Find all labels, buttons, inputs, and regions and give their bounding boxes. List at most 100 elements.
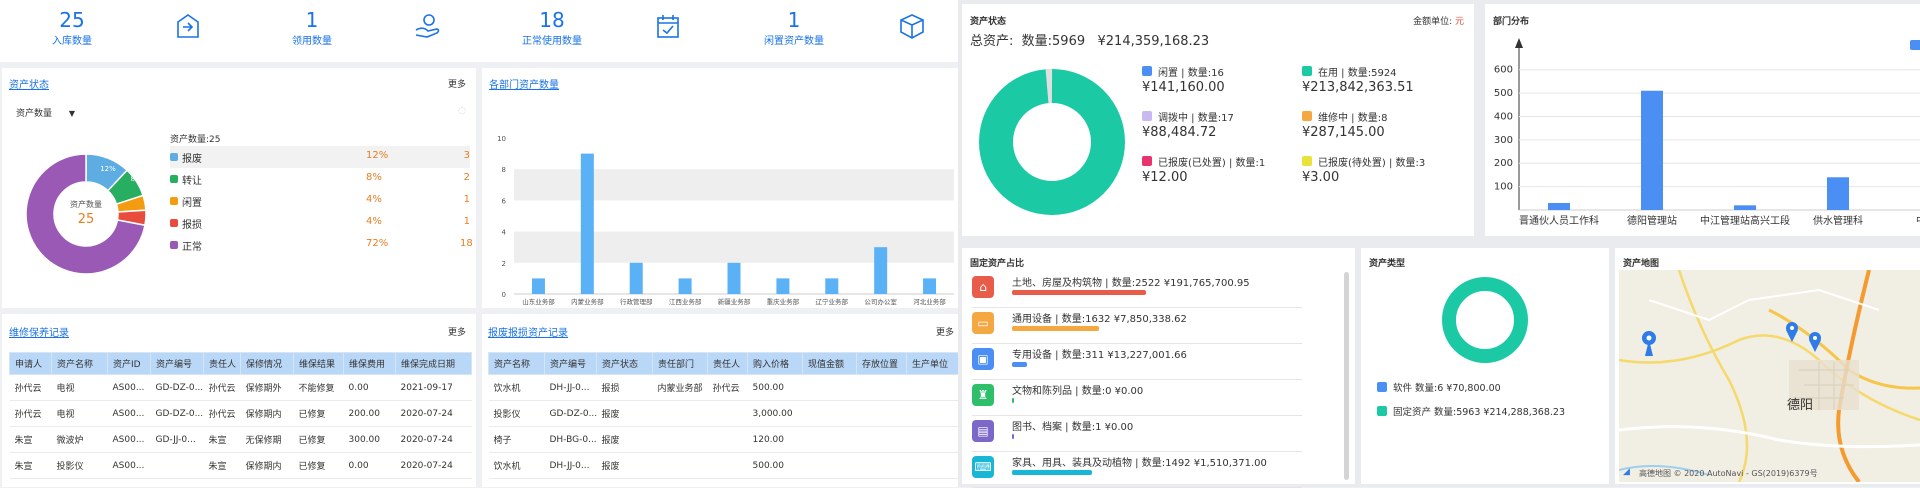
table-row[interactable]: 椅子DH-BG-0...报废120.00 [489,427,959,453]
table-row[interactable]: 朱宣投影仪AS00...朱宣保修期内已修复0.002020-07-24 [10,453,472,479]
column-header[interactable]: 维保完成日期 [396,353,472,375]
fixed-asset-row[interactable]: ▭通用设备 | 数量:1632 ¥7,850,338.62 [972,308,1302,344]
bar[interactable] [825,278,838,294]
legend-count: 2 [460,172,470,183]
bar[interactable] [630,263,643,294]
x-tick-label: 德阳管理站 [1627,214,1677,227]
more-link[interactable]: 更多 [448,77,466,90]
refresh-icon[interactable]: ◌ [458,106,466,116]
column-header[interactable]: 资产状态 [597,353,653,375]
column-header[interactable]: 维保费用 [344,353,396,375]
table-row[interactable]: 饮水机DH-JJ-0...报废500.00 [489,453,959,479]
column-header[interactable]: 现值金额 [803,353,857,375]
panel-title: 固定资产占比 [970,256,1024,269]
maintenance-table: 申请人资产名称资产ID资产编号责任人保修情况维保结果维保费用维保完成日期 孙代云… [9,352,472,479]
stat-value: 18 [516,8,588,32]
metric-select[interactable]: 资产数量 ▼ [16,106,75,119]
bar[interactable] [874,247,887,294]
column-header[interactable]: 保修情况 [241,353,294,375]
table-row[interactable]: 投影仪GD-DZ-0...报废3,000.00 [489,401,959,427]
column-header[interactable]: 责任人 [204,353,241,375]
grid-band [514,232,954,263]
stat-value: 25 [40,8,104,32]
fixed-asset-row[interactable]: ♜文物和陈列品 | 数量:0 ¥0.00 [972,380,1302,416]
table-row[interactable]: 孙代云电视AS00...GD-DZ-0...孙代云保修期外不能修复0.00202… [10,375,472,401]
y-axis-arrow-icon [1515,38,1523,48]
legend-item[interactable]: 正常72%18 [170,234,470,256]
column-header[interactable]: 资产名称 [52,353,108,375]
x-tick-label: 供水管理科 [1813,214,1863,227]
legend-item[interactable]: 报废12%3 [170,146,470,168]
unit-label: 金额单位: [1413,17,1452,27]
monitor-icon: ▭ [972,312,994,334]
table-cell: AS00... [108,375,151,401]
column-header[interactable]: 购入价格 [748,353,803,375]
fixed-asset-text: 专用设备 | 数量:311 ¥13,227,001.66 [1012,346,1187,361]
scrollbar[interactable] [1344,272,1349,480]
bar[interactable] [679,278,692,294]
stat-in-use[interactable]: 18 正常使用数量 [516,8,588,47]
table-cell: GD-DZ-0... [545,401,597,427]
stat-inbound[interactable]: 25 入库数量 [40,8,104,47]
table-cell: 孙代云 [10,401,52,427]
legend-name: 正常 [182,238,202,253]
table-cell: 投影仪 [52,453,108,479]
table-cell: 孙代云 [10,375,52,401]
bar[interactable] [1734,205,1756,210]
table-cell: 已修复 [294,427,344,453]
legend-label: 固定资产 数量:5963 ¥214,288,368.23 [1393,404,1565,418]
map-view[interactable]: 德阳 高德地图 © 2020 AutoNavi - GS(2019)6379号 … [1619,270,1920,482]
bar[interactable] [728,263,741,294]
bar[interactable] [1827,177,1849,210]
more-link[interactable]: 更多 [448,325,466,338]
bar[interactable] [1641,91,1663,210]
progress-bar [1012,398,1014,403]
legend-swatch[interactable] [1910,40,1920,50]
legend-item[interactable]: 闲置4%1 [170,190,470,212]
legend-item[interactable]: 报损4%1 [170,212,470,234]
panel-title[interactable]: 资产状态 [9,76,49,91]
panel-title[interactable]: 各部门资产数量 [489,76,559,91]
column-header[interactable]: 资产编号 [545,353,597,375]
legend-value: ¥213,842,363.51 [1302,80,1414,95]
column-header[interactable]: 资产编号 [151,353,204,375]
fixed-asset-row[interactable]: ▣专用设备 | 数量:311 ¥13,227,001.66 [972,344,1302,380]
legend-pct: 4% [366,194,382,205]
column-header[interactable]: 责任人 [708,353,748,375]
table-row[interactable]: 孙代云电视AS00...GD-DZ-0...孙代云保修期内已修复200.0020… [10,401,472,427]
panel-title[interactable]: 维修保养记录 [9,324,69,339]
table-cell: AS00... [108,401,151,427]
column-header[interactable]: 生产单位 [907,353,959,375]
fixed-asset-row[interactable]: ⌂土地、房屋及构筑物 | 数量:2522 ¥191,765,700.95 [972,272,1302,308]
table-row[interactable]: 朱宣微波炉AS00...GD-JJ-0...朱宣无保修期已修复300.00202… [10,427,472,453]
stat-received[interactable]: 1 领用数量 [280,8,344,47]
table-row[interactable]: 饮水机DH-JJ-0...报损内蒙业务部孙代云500.00 [489,375,959,401]
bar[interactable] [1548,203,1570,210]
column-header[interactable]: 责任部门 [653,353,708,375]
bar[interactable] [776,278,789,294]
stat-idle[interactable]: 1 闲置资产数量 [758,8,830,47]
column-header[interactable]: 申请人 [10,353,52,375]
table-cell: 120.00 [748,427,803,453]
panel-title[interactable]: 报废报损资产记录 [488,324,568,339]
bar[interactable] [581,154,594,294]
table-cell: 已修复 [294,401,344,427]
column-header[interactable]: 维保结果 [294,353,344,375]
column-header[interactable]: 存放位置 [857,353,907,375]
table-cell: 0.00 [344,453,396,479]
table-cell: 3,000.00 [748,401,803,427]
column-header[interactable]: 资产ID [108,353,151,375]
bar[interactable] [923,278,936,294]
fixed-asset-text: 土地、房屋及构筑物 | 数量:2522 ¥191,765,700.95 [1012,274,1250,289]
fixed-asset-row[interactable]: ⌨家具、用具、装具及动植物 | 数量:1492 ¥1,510,371.00 [972,452,1302,488]
legend-name: 转让 [182,172,202,187]
relic-icon: ♜ [972,384,994,406]
column-header[interactable]: 资产名称 [489,353,545,375]
bar[interactable] [532,278,545,294]
legend-swatch [1302,156,1312,166]
table-cell: GD-DZ-0... [151,401,204,427]
more-link[interactable]: 更多 [936,325,954,338]
legend-item[interactable]: 转让 8% 2 [170,168,470,190]
legend-pct: 8% [366,172,382,183]
fixed-asset-row[interactable]: ▤图书、档案 | 数量:1 ¥0.00 [972,416,1302,452]
